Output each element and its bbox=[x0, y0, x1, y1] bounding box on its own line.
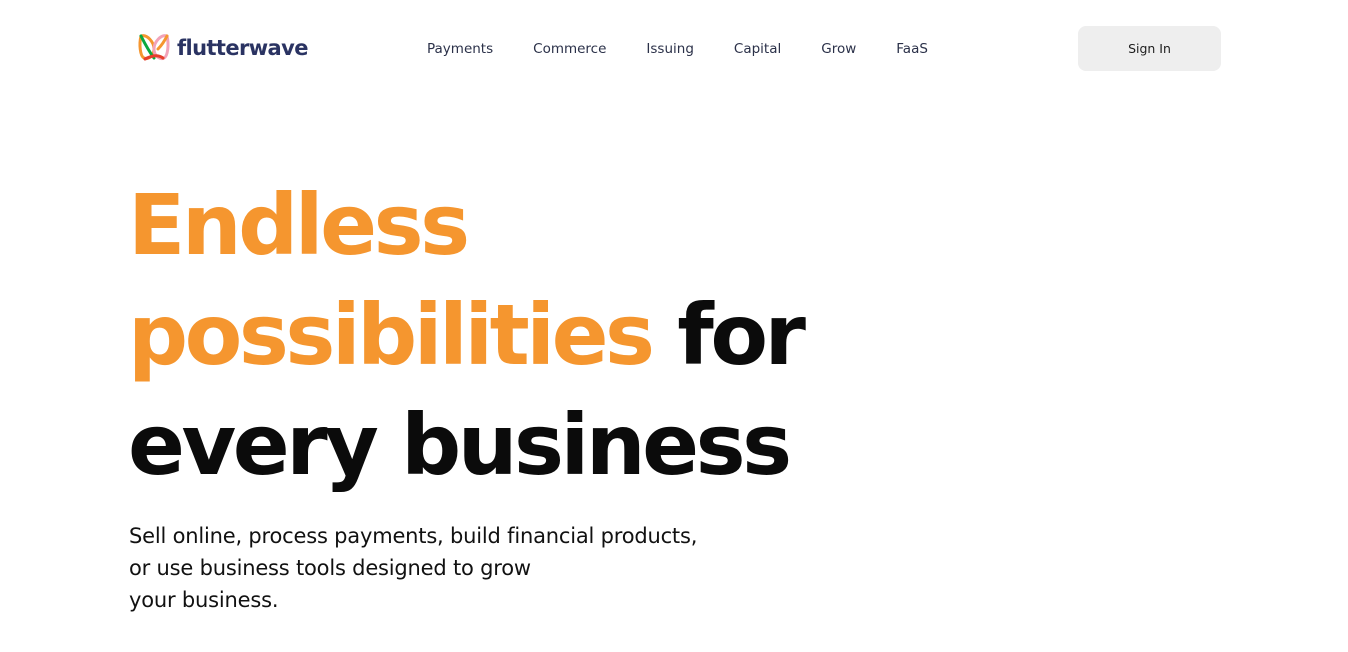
nav-item-commerce[interactable]: Commerce bbox=[513, 39, 626, 59]
headline-line-2-dark: for bbox=[651, 286, 806, 384]
hero-section: Endless possibilities for every business bbox=[128, 170, 888, 500]
subtext-line-3: your business. bbox=[129, 588, 279, 612]
logo-text: flutterwave bbox=[177, 36, 308, 60]
hero-subtext: Sell online, process payments, build fin… bbox=[129, 520, 769, 616]
nav-item-issuing[interactable]: Issuing bbox=[626, 39, 713, 59]
hero-headline: Endless possibilities for every business bbox=[128, 170, 888, 500]
headline-line-1: Endless bbox=[128, 176, 470, 274]
nav-item-faas[interactable]: FaaS bbox=[876, 39, 948, 59]
main-nav: Payments Commerce Issuing Capital Grow F… bbox=[407, 39, 948, 59]
headline-accent-word: possibilities bbox=[128, 286, 655, 384]
site-header: flutterwave Payments Commerce Issuing Ca… bbox=[0, 0, 1348, 98]
nav-item-payments[interactable]: Payments bbox=[407, 39, 513, 59]
headline-line-3: every business bbox=[128, 396, 792, 494]
nav-item-grow[interactable]: Grow bbox=[801, 39, 876, 59]
subtext-line-2: or use business tools designed to grow bbox=[129, 556, 531, 580]
nav-item-capital[interactable]: Capital bbox=[714, 39, 801, 59]
logo-link[interactable]: flutterwave bbox=[137, 32, 308, 64]
flutterwave-butterfly-logo-icon bbox=[138, 34, 170, 61]
sign-in-button[interactable]: Sign In bbox=[1078, 26, 1221, 71]
subtext-line-1: Sell online, process payments, build fin… bbox=[129, 524, 698, 548]
